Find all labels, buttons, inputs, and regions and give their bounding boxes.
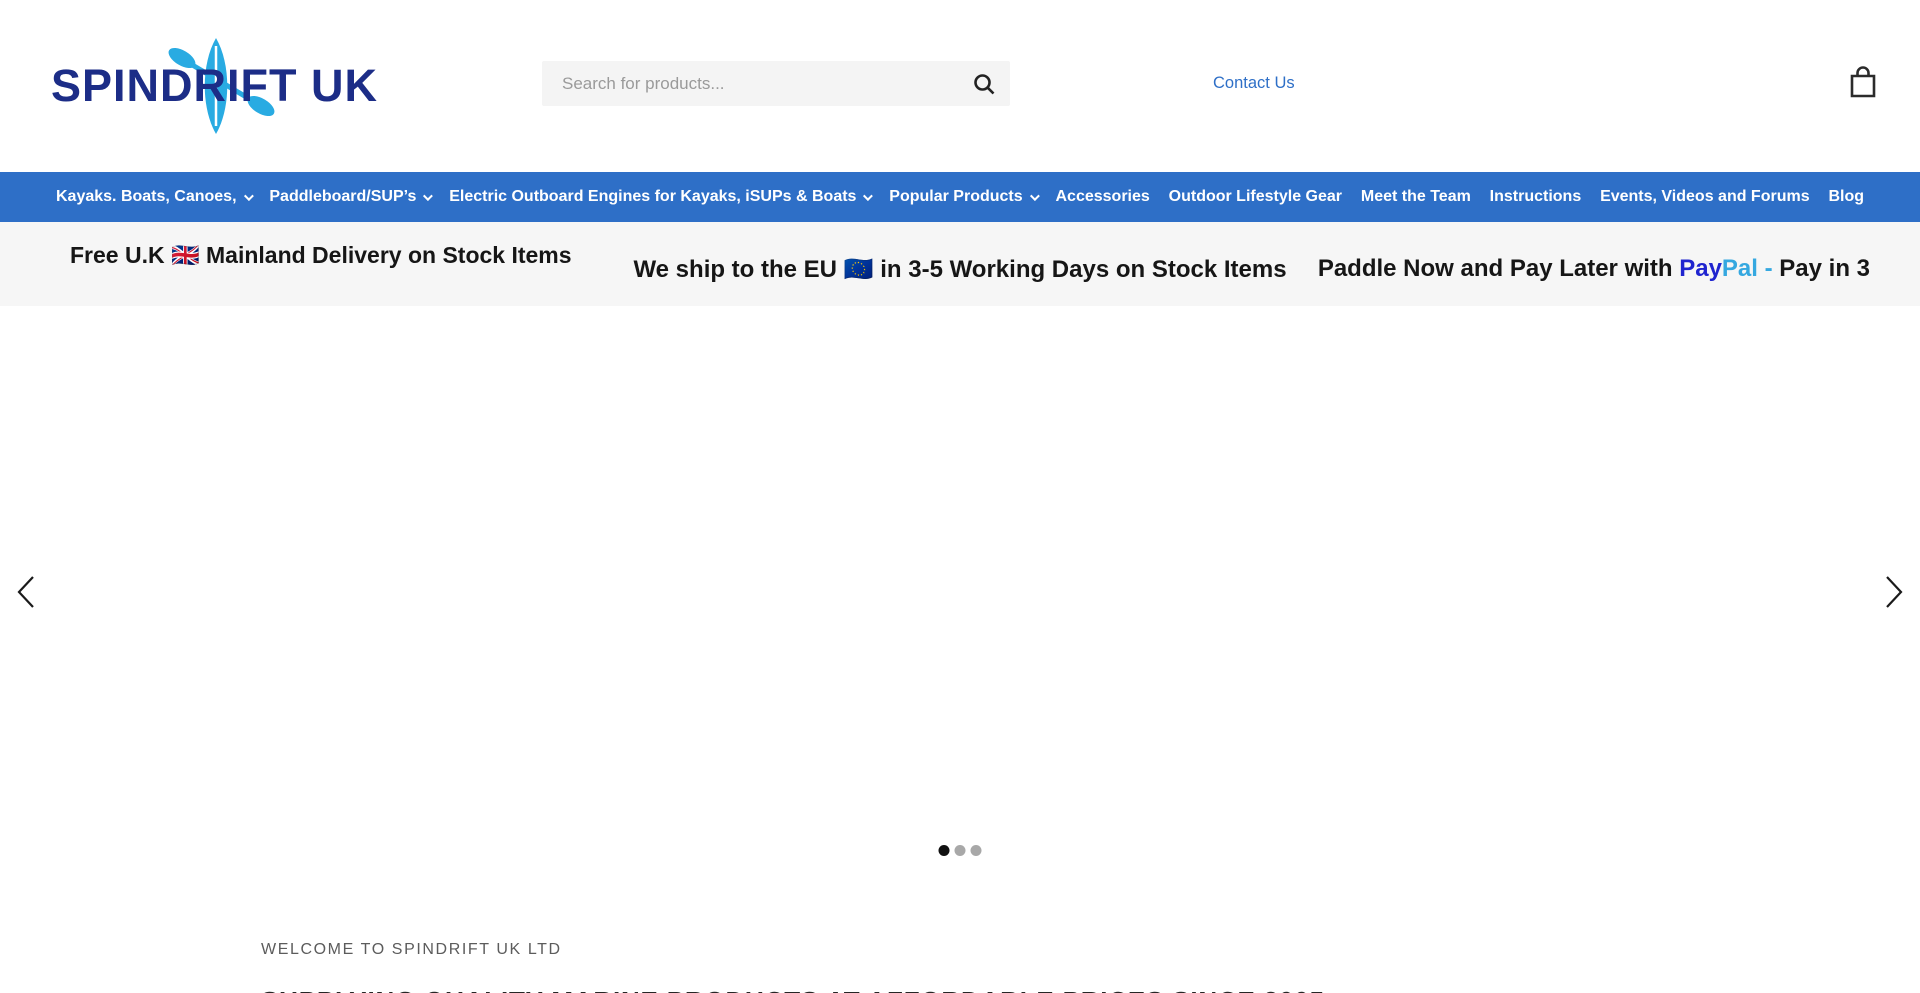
chevron-down-icon xyxy=(423,191,433,201)
promo-free-uk-delivery: Free U.K 🇬🇧 Mainland Delivery on Stock I… xyxy=(70,242,572,269)
promo-paypal-pay-in-3: Paddle Now and Pay Later with PayPal - P… xyxy=(1318,255,1870,283)
promo-eu-shipping: We ship to the EU 🇪🇺 in 3-5 Working Days… xyxy=(633,255,1286,284)
search-input[interactable] xyxy=(542,61,958,106)
nav-item-accessories[interactable]: Accessories xyxy=(1056,188,1150,206)
nav-item-meet-the-team[interactable]: Meet the Team xyxy=(1361,188,1471,206)
nav-item-kayaks-boats-canoes[interactable]: Kayaks. Boats, Canoes, xyxy=(56,188,251,206)
chevron-down-icon xyxy=(1030,191,1040,201)
search-button[interactable] xyxy=(958,61,1010,106)
cart-button[interactable] xyxy=(1845,64,1881,102)
site-header: SPINDRIFT UK Contact Us xyxy=(0,0,1920,172)
carousel-dot-3[interactable] xyxy=(971,845,982,856)
nav-item-electric-outboard-engines[interactable]: Electric Outboard Engines for Kayaks, iS… xyxy=(449,188,870,206)
promo-strip: Free U.K 🇬🇧 Mainland Delivery on Stock I… xyxy=(0,222,1920,306)
nav-item-popular-products[interactable]: Popular Products xyxy=(889,188,1036,206)
carousel-dot-2[interactable] xyxy=(955,845,966,856)
nav-item-instructions[interactable]: Instructions xyxy=(1490,188,1582,206)
hero-carousel xyxy=(0,306,1920,866)
nav-item-blog[interactable]: Blog xyxy=(1828,188,1864,206)
nav-item-outdoor-lifestyle-gear[interactable]: Outdoor Lifestyle Gear xyxy=(1169,188,1342,206)
logo-wordmark: SPINDRIFT UK xyxy=(51,36,396,136)
welcome-heading: SUPPLYING QUALITY MARINE PRODUCTS AT AFF… xyxy=(261,986,1920,993)
cart-bag-icon xyxy=(1847,65,1879,99)
carousel-dot-1[interactable] xyxy=(939,845,950,856)
search-icon xyxy=(972,72,996,96)
nav-item-paddleboard-sups[interactable]: Paddleboard/SUP’s xyxy=(269,188,430,206)
contact-us-link[interactable]: Contact Us xyxy=(1213,74,1295,93)
chevron-left-icon xyxy=(14,574,38,610)
carousel-dots xyxy=(939,845,982,856)
carousel-next-button[interactable] xyxy=(1872,571,1916,615)
paypal-pay-text: Pay xyxy=(1679,255,1722,282)
search-bar xyxy=(542,61,1010,106)
welcome-eyebrow: WELCOME TO SPINDRIFT UK LTD xyxy=(261,941,1920,959)
chevron-down-icon xyxy=(243,191,253,201)
site-logo[interactable]: SPINDRIFT UK xyxy=(51,36,396,136)
nav-item-events-videos-forums[interactable]: Events, Videos and Forums xyxy=(1600,188,1810,206)
carousel-prev-button[interactable] xyxy=(4,571,48,615)
welcome-section: WELCOME TO SPINDRIFT UK LTD SUPPLYING QU… xyxy=(0,941,1920,993)
paypal-pal-text: Pal xyxy=(1722,255,1758,282)
chevron-right-icon xyxy=(1882,574,1906,610)
main-nav: Kayaks. Boats, Canoes, Paddleboard/SUP’s… xyxy=(0,172,1920,222)
chevron-down-icon xyxy=(863,191,873,201)
